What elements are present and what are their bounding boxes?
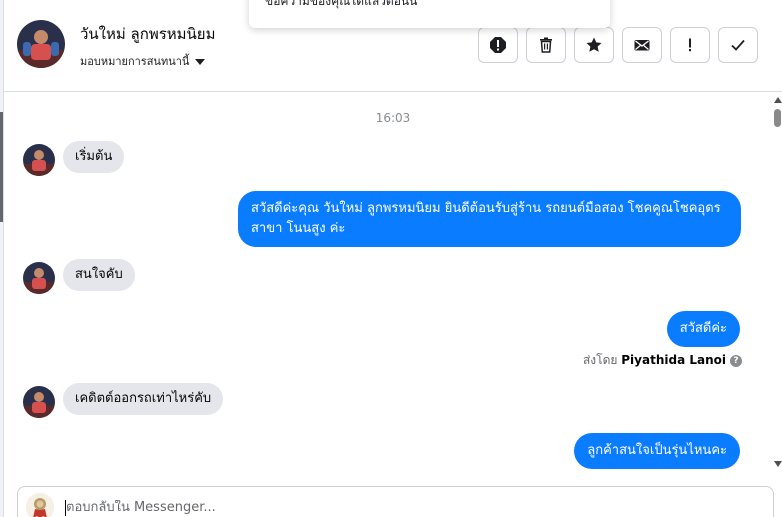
outgoing-message: ลูกค้าสนใจเป็นรุ่นไหนคะ — [574, 433, 740, 469]
toast-text: ข้อความของคุณได้แล้วตอนนี้ — [265, 0, 418, 8]
mark-done-button[interactable] — [718, 27, 758, 63]
follow-up-button[interactable] — [670, 27, 710, 63]
outgoing-message-line: สาขา โนนสูง ค่ะ — [251, 221, 346, 236]
message-thread: 16:03 เริ่มต้น สวัสดีค่ะคุณ วันใหม่ ลูกพ… — [4, 93, 782, 475]
incoming-message: เคดิตต์ออกรถเท่าไหร่คับ — [63, 383, 224, 415]
check-icon — [731, 39, 745, 51]
contact-avatar-small[interactable] — [23, 386, 55, 418]
sent-by-prefix: ส่งโดย — [582, 353, 618, 367]
mark-unread-button[interactable] — [622, 27, 662, 63]
trash-icon — [540, 37, 552, 53]
thread-scrollbar[interactable] — [772, 93, 782, 475]
contact-avatar-small[interactable] — [23, 262, 55, 294]
star-button[interactable] — [574, 27, 614, 63]
scroll-down-arrow-icon[interactable] — [774, 461, 782, 467]
outgoing-message: สวัสดีค่ะ — [666, 311, 740, 347]
page-avatar — [26, 493, 54, 517]
sender-name[interactable]: Piyathida Lanoi — [621, 353, 726, 367]
scroll-up-arrow-icon[interactable] — [774, 97, 782, 103]
caret-down-icon — [195, 59, 206, 65]
contact-avatar-small[interactable] — [23, 144, 55, 176]
conversation-toolbar — [478, 27, 758, 63]
contact-name: วันใหม่ ลูกพรหมนิยม — [80, 25, 216, 43]
assign-conversation-dropdown[interactable]: มอบหมายการสนทนานี้ — [80, 52, 206, 70]
assign-conversation-label: มอบหมายการสนทนานี้ — [80, 55, 190, 68]
exclamation-icon — [689, 38, 691, 52]
notification-toast: ข้อความของคุณได้แล้วตอนนี้ — [249, 0, 610, 28]
left-panel-scroll-mark — [0, 112, 3, 222]
reply-input[interactable] — [66, 500, 746, 515]
star-icon — [586, 37, 602, 52]
outgoing-message: สวัสดีค่ะคุณ วันใหม่ ลูกพรหมนิยม ยินดีต้… — [238, 191, 741, 247]
timestamp: 16:03 — [375, 111, 411, 125]
contact-avatar[interactable] — [17, 20, 65, 68]
delete-button[interactable] — [526, 27, 566, 63]
alert-icon — [490, 37, 506, 53]
sent-by-label: ส่งโดย Piyathida Lanoi? — [583, 351, 742, 370]
mail-icon — [634, 40, 650, 51]
outgoing-message-line: สวัสดีค่ะคุณ วันใหม่ ลูกพรหมนิยม ยินดีต้… — [251, 201, 721, 216]
incoming-message: สนใจคับ — [63, 259, 135, 291]
reply-composer — [17, 486, 774, 517]
incoming-message: เริ่มต้น — [63, 141, 125, 173]
info-icon[interactable]: ? — [730, 354, 742, 367]
mark-spam-button[interactable] — [478, 27, 518, 63]
scroll-thumb[interactable] — [774, 109, 781, 127]
